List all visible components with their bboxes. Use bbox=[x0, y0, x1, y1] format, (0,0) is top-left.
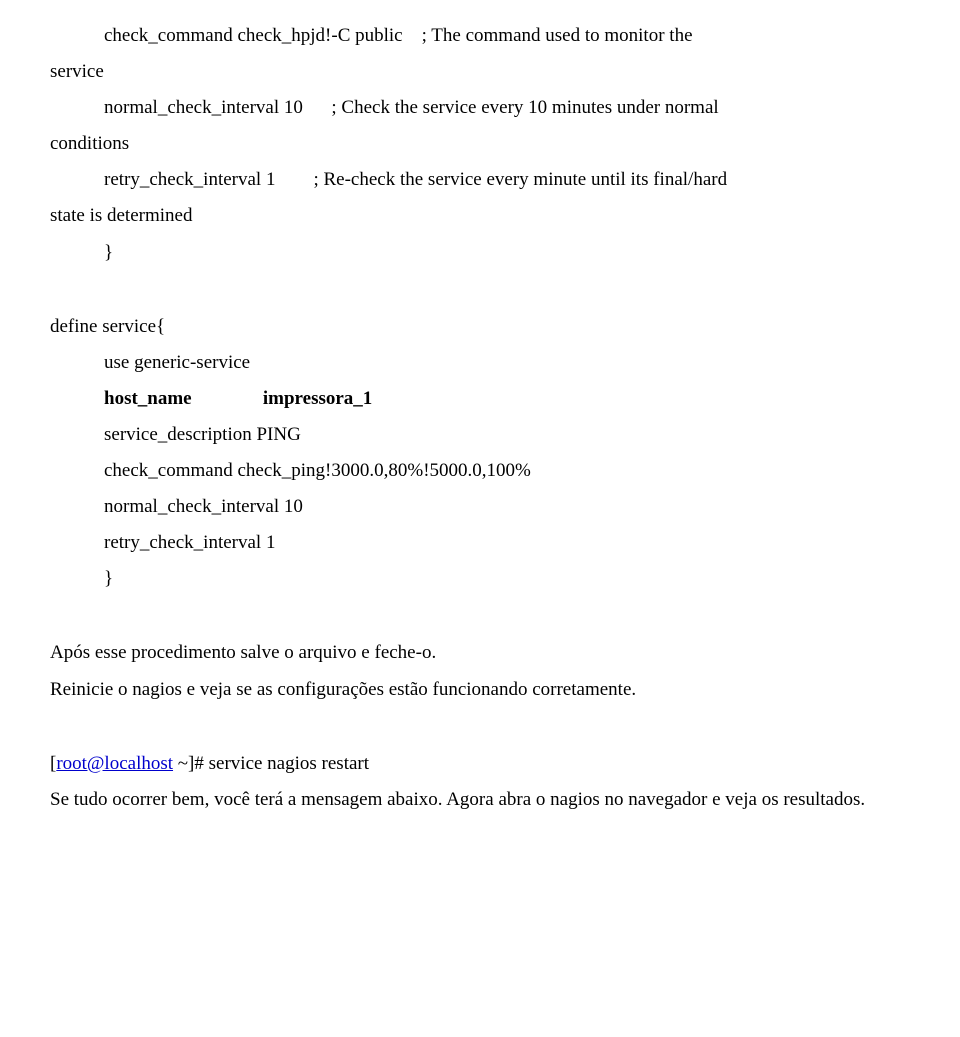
config-line: check_command check_ping!3000.0,80%!5000… bbox=[50, 453, 910, 489]
config-line: use generic-service bbox=[50, 345, 910, 381]
config-line: normal_check_interval 10 bbox=[50, 489, 910, 525]
config-line: state is determined bbox=[50, 198, 910, 234]
paragraph: Após esse procedimento salve o arquivo e… bbox=[50, 635, 910, 671]
paragraph: Se tudo ocorrer bem, você terá a mensage… bbox=[50, 782, 910, 818]
cmd-suffix: ~]# service nagios restart bbox=[173, 753, 369, 774]
config-line: retry_check_interval 1 ; Re-check the se… bbox=[50, 162, 910, 198]
comment: ; Check the service every 10 minutes und… bbox=[331, 97, 718, 118]
config-line: normal_check_interval 10 ; Check the ser… bbox=[50, 90, 910, 126]
config-line: } bbox=[50, 235, 910, 271]
text: normal_check_interval 10 bbox=[104, 97, 303, 118]
user-host-link[interactable]: root@localhost bbox=[56, 753, 173, 774]
config-line: } bbox=[50, 561, 910, 597]
config-line: service_description PING bbox=[50, 417, 910, 453]
config-line: service bbox=[50, 54, 910, 90]
command-line: [root@localhost ~]# service nagios resta… bbox=[50, 746, 910, 782]
config-line: retry_check_interval 1 bbox=[50, 525, 910, 561]
paragraph: Reinicie o nagios e veja se as configura… bbox=[50, 672, 910, 708]
text: retry_check_interval 1 bbox=[104, 169, 275, 190]
value: impressora_1 bbox=[263, 388, 372, 409]
config-line: check_command check_hpjd!-C public ; The… bbox=[50, 18, 910, 54]
comment: ; The command used to monitor the bbox=[422, 25, 693, 46]
text: check_command check_hpjd!-C public bbox=[104, 25, 403, 46]
key: host_name bbox=[104, 388, 192, 409]
comment: ; Re-check the service every minute unti… bbox=[313, 169, 727, 190]
config-line: conditions bbox=[50, 126, 910, 162]
config-line: host_name impressora_1 bbox=[50, 381, 910, 417]
config-line: define service{ bbox=[50, 309, 910, 345]
